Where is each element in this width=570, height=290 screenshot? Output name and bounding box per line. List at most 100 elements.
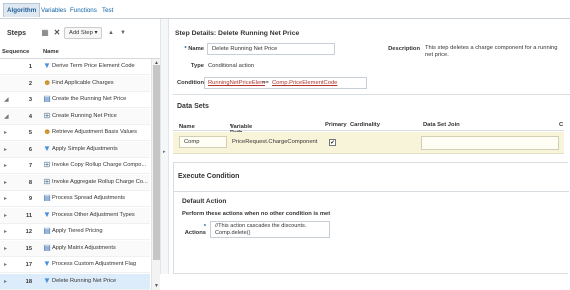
step-row[interactable]: ▸ 7 ⊞ Invoke Copy Rollup Charge Compo...	[0, 158, 150, 174]
name-field[interactable]: Delete Running Net Price	[207, 43, 335, 55]
step-row[interactable]: ▸ 6 ▼ Apply Simple Adjustments	[0, 141, 150, 158]
expand-icon[interactable]: ▸	[4, 195, 10, 202]
steps-title: Steps	[7, 30, 27, 37]
step-name: Create Running Net Price	[52, 112, 117, 119]
step-name: Invoke Aggregate Rollup Charge Co...	[52, 178, 148, 185]
scroll-thumb[interactable]	[153, 65, 160, 260]
step-row[interactable]: ◢ 4 ⊞ Create Running Net Price	[0, 108, 150, 125]
panel-splitter[interactable]: ▸	[160, 19, 169, 274]
step-name: Create the Running Net Price	[52, 96, 127, 102]
expand-icon[interactable]: ▸	[4, 162, 10, 169]
step-sequence: 7	[28, 163, 32, 169]
scroll-down-icon[interactable]: ▼	[153, 283, 160, 289]
table-icon: ▤	[43, 242, 51, 252]
step-name: Apply Simple Adjustments	[52, 145, 118, 152]
step-name: Process Other Adjustment Types	[52, 211, 135, 218]
expand-icon[interactable]: ▸	[4, 228, 10, 235]
tree-icon: ⊞	[43, 176, 51, 186]
step-name: Process Spread Adjustments	[52, 195, 126, 201]
type-label: Type	[190, 63, 204, 69]
step-row[interactable]: ▸ 9 ▤ Process Spread Adjustments	[0, 191, 150, 207]
expand-icon[interactable]: ▸	[4, 146, 10, 153]
tab-functions[interactable]: Functions	[67, 4, 100, 18]
move-down-icon[interactable]: ▼	[119, 29, 127, 37]
steps-scrollbar[interactable]: ▲ ▼	[151, 59, 160, 290]
tab-algorithm[interactable]: Algorithm	[3, 3, 41, 17]
step-row[interactable]: ▸ 15 ▤ Apply Matrix Adjustments	[0, 240, 150, 257]
condition-operator: ==	[262, 80, 269, 86]
tab-test[interactable]: Test	[99, 4, 116, 18]
expand-icon[interactable]: ▸	[4, 212, 10, 219]
condition-right-link[interactable]: Comp.PriceElementCode	[272, 80, 337, 86]
step-row[interactable]: 2 ☻ Find Applicable Charges	[0, 75, 150, 92]
expand-icon[interactable]: ▸	[4, 245, 10, 252]
step-sequence: 15	[25, 245, 32, 252]
ds-name-field[interactable]: Comp	[179, 136, 227, 148]
step-row[interactable]: ▸ 8 ⊞ Invoke Aggregate Rollup Charge Co...	[0, 174, 150, 191]
actions-label: * Actions	[184, 224, 206, 236]
step-sequence: 3	[28, 97, 32, 103]
step-sequence: 8	[28, 179, 32, 186]
grid-icon[interactable]: ▦	[41, 29, 49, 37]
tree-icon: ⊞	[43, 160, 51, 169]
ds-join-field[interactable]	[421, 136, 559, 150]
step-row[interactable]: ▸ 12 ▤ Apply Tiered Pricing	[0, 224, 150, 240]
step-name: Derive Term Price Element Code	[52, 63, 135, 69]
execute-condition-section: Execute Condition Default Action Perform…	[173, 162, 569, 274]
table-icon: ▤	[43, 193, 51, 202]
ds-primary-header: Primary	[325, 122, 347, 128]
filter-icon: ▼	[43, 275, 51, 285]
expand-icon[interactable]: ▸	[4, 129, 10, 136]
data-sets-title: Data Sets	[177, 103, 209, 110]
data-set-row[interactable]: Comp PriceRequest.ChargeComponent ✔	[173, 132, 564, 154]
ds-join-header: Data Set Join	[423, 122, 460, 128]
table-icon: ▤	[43, 226, 51, 235]
name-label: * Name	[184, 46, 204, 52]
divider	[174, 191, 569, 192]
tab-variables[interactable]: Variables	[38, 4, 69, 18]
step-row[interactable]: ▸ 17 ▼ Process Custom Adjustment Flag	[0, 257, 150, 273]
step-sequence: 17	[25, 262, 32, 268]
step-row[interactable]: 1 ▼ Derive Term Price Element Code	[0, 59, 150, 75]
step-details-panel: Step Details: Delete Running Net Price *…	[169, 19, 570, 274]
step-sequence: 1	[28, 64, 32, 70]
step-name: Process Custom Adjustment Flag	[52, 261, 137, 267]
condition-label: Condition	[176, 80, 204, 86]
step-sequence: 2	[28, 80, 32, 87]
ds-primary-checkbox[interactable]: ✔	[329, 139, 336, 146]
ds-variable-path-value: PriceRequest.ChargeComponent	[232, 139, 318, 145]
type-value: Conditional action	[208, 63, 255, 69]
step-row[interactable]: ▸ 11 ▼ Process Other Adjustment Types	[0, 207, 150, 224]
step-sequence: 6	[28, 146, 32, 153]
move-up-icon[interactable]: ▲	[107, 29, 115, 37]
default-action-title: Default Action	[182, 198, 227, 205]
expand-icon[interactable]: ▸	[4, 278, 10, 285]
step-row[interactable]: ◢ 3 ▤ Create the Running Net Price	[0, 92, 150, 108]
person-icon: ☻	[43, 77, 52, 87]
sequence-header: Sequence	[2, 49, 30, 55]
step-name: Invoke Copy Rollup Charge Compo...	[52, 162, 147, 168]
add-step-button[interactable]: Add Step ▾	[64, 27, 103, 39]
tab-bar: Algorithm Variables Functions Test	[0, 0, 570, 19]
step-name: Apply Matrix Adjustments	[52, 244, 116, 251]
tree-icon: ⊞	[43, 110, 51, 120]
step-sequence: 4	[28, 113, 32, 120]
filter-icon: ▼	[43, 143, 51, 153]
expand-icon[interactable]: ▸	[4, 261, 10, 268]
expand-icon[interactable]: ▸	[4, 179, 10, 186]
actions-textarea[interactable]: //This action cascades the discounts. Co…	[210, 221, 330, 238]
ds-cardinality-header: Cardinality	[350, 122, 380, 128]
person-icon: ☻	[43, 127, 52, 136]
step-sequence: 12	[25, 229, 32, 235]
step-name: Apply Tiered Pricing	[52, 228, 103, 234]
delete-icon[interactable]: ✕	[53, 29, 61, 37]
description-label: Description	[388, 46, 420, 52]
step-row[interactable]: ▸ 5 ☻ Retrieve Adjustment Basis Values	[0, 125, 150, 141]
condition-left-link[interactable]: RunningNetPriceElem	[208, 80, 265, 86]
step-row[interactable]: ▸ 18 ▼ Delete Running Net Price	[0, 273, 150, 290]
filter-icon: ▼	[43, 259, 51, 268]
expand-arrow-icon[interactable]: ▸	[163, 149, 166, 155]
expand-icon[interactable]: ◢	[4, 96, 10, 103]
step-sequence: 11	[25, 212, 32, 219]
expand-icon[interactable]: ◢	[4, 113, 10, 120]
